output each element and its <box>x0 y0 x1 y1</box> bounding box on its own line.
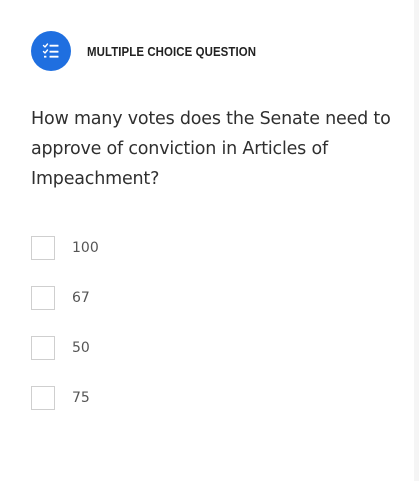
question-type-label: MULTIPLE CHOICE QUESTION <box>87 43 257 59</box>
question-card: MULTIPLE CHOICE QUESTION How many votes … <box>0 0 414 481</box>
answer-option-67[interactable]: 67 <box>31 285 99 311</box>
answer-option-100[interactable]: 100 <box>31 235 99 261</box>
answer-label: 67 <box>72 290 90 306</box>
answer-label: 100 <box>72 240 99 256</box>
question-text: How many votes does the Senate need to a… <box>31 109 391 189</box>
checklist-icon <box>31 31 71 71</box>
answer-label: 75 <box>72 390 90 406</box>
answer-label: 50 <box>72 340 90 356</box>
answer-option-75[interactable]: 75 <box>31 385 99 411</box>
checklist-icon-glyph <box>42 43 59 58</box>
answer-checkbox[interactable] <box>31 336 55 360</box>
answer-options: 100 67 50 75 <box>31 235 99 435</box>
question-header: MULTIPLE CHOICE QUESTION <box>31 31 279 71</box>
answer-checkbox[interactable] <box>31 286 55 310</box>
answer-checkbox[interactable] <box>31 236 55 260</box>
answer-checkbox[interactable] <box>31 386 55 410</box>
answer-option-50[interactable]: 50 <box>31 335 99 361</box>
